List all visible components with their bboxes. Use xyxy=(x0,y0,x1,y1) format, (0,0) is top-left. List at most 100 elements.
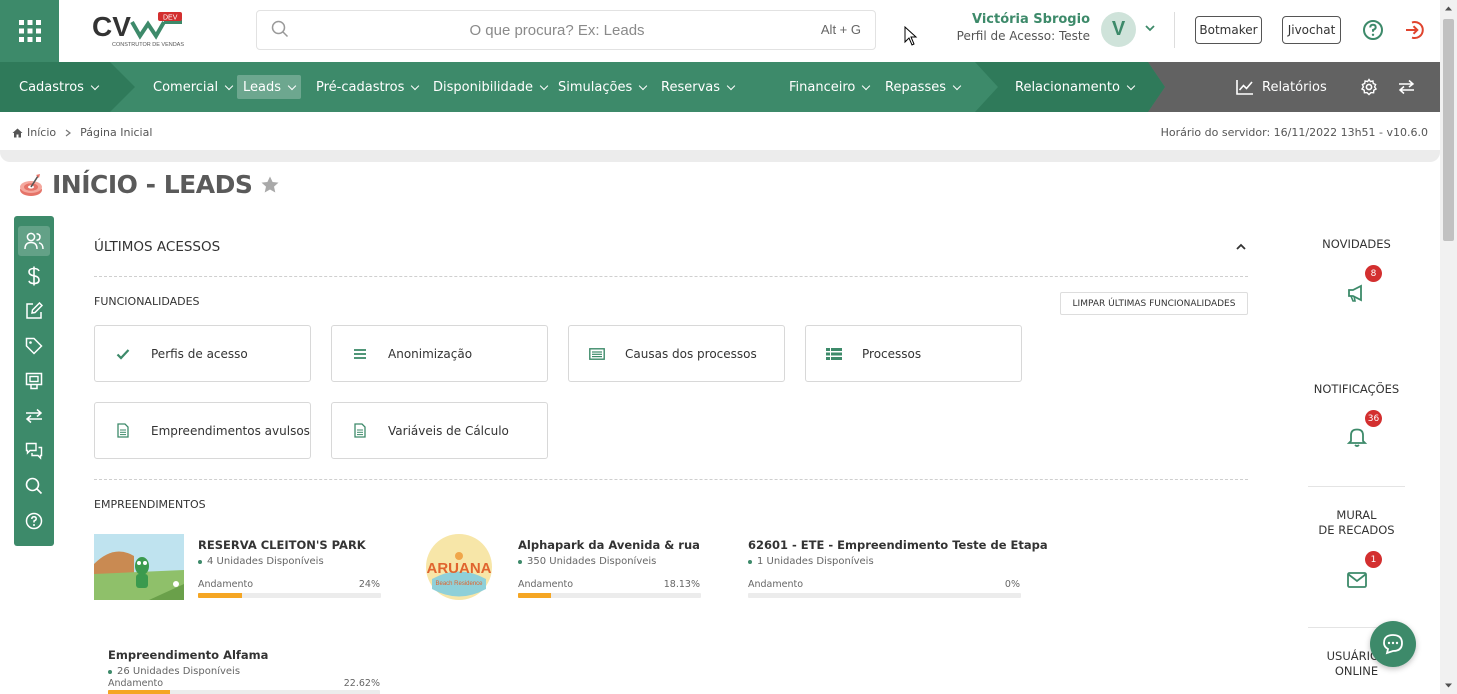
project-card[interactable]: RESERVA CLEITON'S PARK 4 Unidades Dispon… xyxy=(94,534,384,604)
mural-title-line1: MURAL xyxy=(1336,508,1377,522)
progress-bar xyxy=(198,593,381,598)
avatar[interactable]: V xyxy=(1101,12,1136,47)
novidades-badge: 8 xyxy=(1365,265,1382,282)
dollar-icon xyxy=(28,266,40,286)
search-icon xyxy=(271,20,289,38)
scroll-up-icon[interactable] xyxy=(1444,4,1453,13)
nav-reservas[interactable]: Reservas xyxy=(655,75,740,99)
nav-comercial-label: Comercial xyxy=(153,79,219,95)
star-icon[interactable] xyxy=(260,175,280,195)
breadcrumb-home[interactable]: Início xyxy=(12,126,56,139)
header-shadow xyxy=(0,150,1440,162)
project-units: 1 Unidades Disponíveis xyxy=(748,556,874,567)
edit-icon xyxy=(26,302,43,319)
global-search[interactable]: Alt + G xyxy=(256,10,876,50)
nav-repasses[interactable]: Repasses xyxy=(879,75,966,99)
rail-users[interactable] xyxy=(18,226,50,256)
server-time: Horário do servidor: 16/11/2022 13h51 - … xyxy=(1160,126,1428,139)
widget-divider xyxy=(1308,486,1405,487)
users-icon xyxy=(24,232,44,250)
nav-simulacoes-label: Simulações xyxy=(558,79,633,95)
mail-star-icon[interactable] xyxy=(1345,567,1369,591)
progress-fill xyxy=(518,593,552,598)
svg-text:CONSTRUTOR DE VENDAS: CONSTRUTOR DE VENDAS xyxy=(112,42,184,48)
nav-relatorios[interactable]: Relatórios xyxy=(1230,75,1333,99)
botmaker-button[interactable]: Botmaker xyxy=(1195,16,1262,44)
project-units-label: 26 Unidades Disponíveis xyxy=(117,666,241,677)
project-logo: ARUANA Beach Residence xyxy=(426,534,492,600)
list-grid-icon xyxy=(826,347,842,360)
feature-card[interactable]: Empreendimentos avulsos xyxy=(94,402,311,459)
chevron-down-icon xyxy=(862,81,871,90)
nav-cadastros[interactable]: Cadastros xyxy=(13,75,104,99)
nav-disponibilidade[interactable]: Disponibilidade xyxy=(427,75,553,99)
target-icon xyxy=(20,173,42,196)
nav-cadastros-label: Cadastros xyxy=(19,79,84,95)
chat-bubbles-icon xyxy=(25,442,43,460)
jivochat-button[interactable]: Jivochat xyxy=(1282,16,1341,44)
breadcrumb-home-label: Início xyxy=(27,126,57,139)
nav-pre-cadastros-label: Pré-cadastros xyxy=(316,79,405,95)
logout-icon[interactable] xyxy=(1404,19,1426,41)
rail-help[interactable] xyxy=(18,506,50,536)
novidades-title: NOVIDADES xyxy=(1322,237,1391,251)
scroll-down-icon[interactable] xyxy=(1444,681,1453,690)
feature-card-label: Empreendimentos avulsos xyxy=(151,423,310,438)
nav-leads[interactable]: Leads xyxy=(237,75,302,99)
swap-icon[interactable] xyxy=(1398,79,1415,95)
search-input[interactable] xyxy=(297,11,817,49)
bell-icon[interactable] xyxy=(1345,425,1369,449)
feature-card[interactable]: Causas dos processos xyxy=(568,325,785,382)
feature-card-label: Perfis de acesso xyxy=(151,346,248,361)
quick-access-rail xyxy=(14,216,54,546)
nav-relacionamento[interactable]: Relacionamento xyxy=(1009,75,1140,99)
document-icon xyxy=(117,423,129,438)
apps-menu-button[interactable] xyxy=(0,0,59,62)
nav-financeiro[interactable]: Financeiro xyxy=(783,75,875,99)
gear-icon[interactable] xyxy=(1360,78,1378,96)
section-empreendimentos: EMPREENDIMENTOS xyxy=(94,498,206,511)
divider xyxy=(94,479,1248,480)
home-icon xyxy=(12,128,23,137)
feature-card[interactable]: Anonimização xyxy=(331,325,548,382)
feature-card[interactable]: Processos xyxy=(805,325,1022,382)
project-units-label: 350 Unidades Disponíveis xyxy=(527,556,657,567)
user-info[interactable]: Victória Sbrogio Perfil de Acesso: Teste xyxy=(930,12,1090,43)
nav-reservas-label: Reservas xyxy=(661,79,720,95)
chevron-up-icon[interactable] xyxy=(1235,241,1247,253)
rail-financeiro[interactable] xyxy=(18,261,50,291)
feature-card[interactable]: Variáveis de Cálculo xyxy=(331,402,548,459)
feature-card[interactable]: Perfis de acesso xyxy=(94,325,311,382)
nav-comercial[interactable]: Comercial xyxy=(147,75,238,99)
project-card[interactable]: ARUANA Beach Residence Alphapark da Aven… xyxy=(424,534,714,604)
project-units: 26 Unidades Disponíveis xyxy=(108,666,240,677)
nav-repasses-label: Repasses xyxy=(885,79,946,95)
nav-pre-cadastros[interactable]: Pré-cadastros xyxy=(310,75,424,99)
chevron-down-icon xyxy=(539,81,549,90)
project-card[interactable]: Empreendimento Alfama 26 Unidades Dispon… xyxy=(108,644,398,694)
nav-simulacoes[interactable]: Simulações xyxy=(552,75,652,99)
clear-features-button[interactable]: LIMPAR ÚLTIMAS FUNCIONALIDADES xyxy=(1060,292,1248,315)
swap-icon xyxy=(25,408,43,424)
help-icon[interactable] xyxy=(1362,19,1384,41)
chart-line-icon xyxy=(1236,80,1253,95)
rail-tags[interactable] xyxy=(18,331,50,361)
progress-value: 0% xyxy=(1004,579,1020,590)
chat-button[interactable] xyxy=(1370,621,1416,667)
rail-chat[interactable] xyxy=(18,436,50,466)
scrollbar-thumb[interactable] xyxy=(1443,19,1454,241)
rail-transfer[interactable] xyxy=(18,401,50,431)
svg-text:DEV: DEV xyxy=(163,15,178,22)
megaphone-icon[interactable] xyxy=(1345,281,1369,305)
rail-building[interactable] xyxy=(18,366,50,396)
chevron-down-icon xyxy=(411,81,420,90)
project-card[interactable]: 62601 - ETE - Empreendimento Teste de Et… xyxy=(748,534,1048,604)
top-header: CV DEV CONSTRUTOR DE VENDAS Alt + G Vict… xyxy=(0,0,1440,62)
cv-logo[interactable]: CV DEV CONSTRUTOR DE VENDAS xyxy=(92,10,187,50)
rail-search[interactable] xyxy=(18,471,50,501)
project-name: 62601 - ETE - Empreendimento Teste de Et… xyxy=(748,538,1048,552)
rail-edit[interactable] xyxy=(18,296,50,326)
chevron-down-icon[interactable] xyxy=(1144,22,1156,34)
notificacoes-badge: 36 xyxy=(1365,410,1382,427)
project-name: RESERVA CLEITON'S PARK xyxy=(198,538,366,552)
